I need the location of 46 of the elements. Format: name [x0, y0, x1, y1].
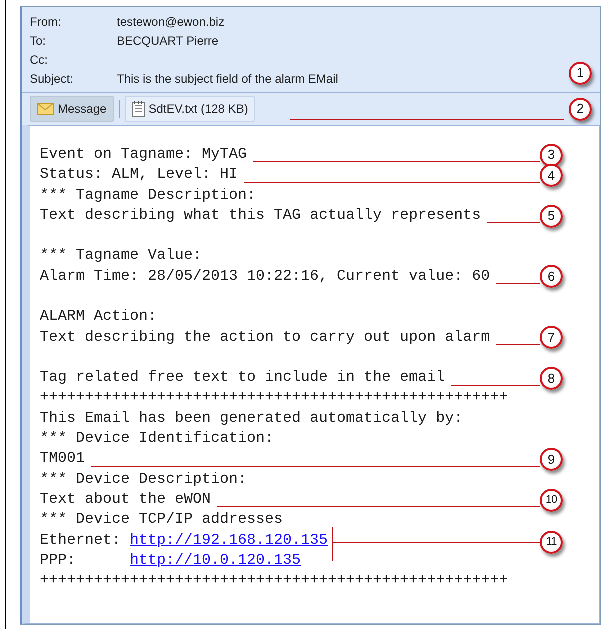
notepad-icon — [132, 101, 145, 117]
text-line: Text describing what this TAG actually represents — [40, 206, 482, 226]
text-line: Text about the eWON — [40, 490, 212, 510]
text-line: *** Tagname Description: — [40, 186, 256, 206]
field-value: This is the subject field of the alarm EMail — [117, 70, 338, 88]
leader-line — [496, 283, 540, 284]
address-link[interactable]: http://10.0.120.135 — [130, 550, 302, 572]
field-label: To: — [30, 32, 48, 50]
address-label: PPP: — [40, 550, 78, 571]
text-line: ++++++++++++++++++++++++++++++++++++++++++++++++++++ — [40, 571, 508, 592]
text-line: Text describing the action to carry out upon alarm — [40, 328, 490, 348]
leader-line — [496, 344, 540, 345]
message-tab[interactable]: Message — [30, 96, 114, 122]
text-line: Alarm Time: 28/05/2013 10:22:16, Current value: 60 — [40, 266, 490, 287]
address-label: Ethernet: — [40, 530, 122, 551]
callout-number: 2 — [569, 98, 592, 120]
text-line: *** Device Identification: — [40, 429, 274, 450]
text-line: *** Device Description: — [40, 470, 248, 490]
text-line: ALARM Action: — [40, 307, 158, 328]
callout-number: 5 — [540, 204, 563, 228]
callout-number: 10 — [540, 488, 563, 512]
field-label: Subject: — [30, 70, 74, 88]
text-line: Status: ALM, Level: HI — [40, 165, 238, 186]
attachment-button[interactable]: SdtEV.txt (128 KB) — [124, 96, 256, 122]
callout-number: 9 — [540, 448, 563, 472]
callout-number: 3 — [540, 144, 563, 167]
text-line: This Email has been generated automatically by: — [40, 408, 464, 429]
text-line: TM001 — [40, 449, 86, 470]
callout-number: 7 — [540, 326, 563, 350]
text-line: Tag related free text to include in the email — [40, 368, 446, 388]
field-value: testewon@ewon.biz — [117, 14, 225, 30]
envelope-icon — [37, 103, 54, 115]
callout-number: 1 — [569, 62, 592, 84]
callout-number: 11 — [540, 531, 563, 554]
callout-number: 6 — [540, 265, 563, 288]
callout-number: 8 — [540, 366, 563, 390]
leader-line — [487, 222, 540, 224]
field-value: BECQUART Pierre — [117, 32, 219, 50]
field-label: Cc: — [30, 52, 49, 68]
text-line: *** Device TCP/IP addresses — [40, 510, 284, 530]
field-label: From: — [30, 14, 62, 30]
text-line: Event on Tagname: MyTAG — [40, 144, 248, 165]
callout-number: 4 — [540, 164, 563, 187]
address-link[interactable]: http://192.168.120.135 — [130, 530, 328, 552]
text-line: ++++++++++++++++++++++++++++++++++++++++++++++++++++ — [40, 388, 508, 408]
text-line: *** Tagname Value: — [40, 246, 202, 266]
